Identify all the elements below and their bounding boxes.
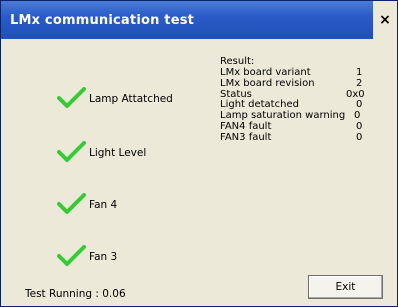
checkmark-icon bbox=[57, 141, 86, 162]
result-row-fan3-fault: FAN3 fault 0 bbox=[220, 131, 390, 144]
results-panel: Result: LMx board variant 1 LMx board re… bbox=[220, 56, 390, 144]
result-value: 0 bbox=[356, 131, 363, 143]
result-row-board-revision: LMx board revision 2 bbox=[220, 77, 390, 90]
test-status-text: Test Running : 0.06 bbox=[25, 288, 126, 300]
window-title: LMx communication test bbox=[10, 13, 195, 28]
check-label: Light Level bbox=[89, 147, 147, 159]
result-label: FAN3 fault bbox=[220, 131, 272, 143]
checkmark-icon bbox=[57, 193, 86, 214]
result-label: LMx board revision bbox=[220, 77, 315, 89]
check-label: Fan 4 bbox=[89, 199, 118, 211]
exit-button[interactable]: Exit bbox=[308, 275, 383, 299]
close-button[interactable]: × bbox=[377, 12, 393, 28]
checkmark-icon bbox=[57, 87, 86, 108]
check-label: Lamp Attatched bbox=[89, 93, 173, 105]
title-bar: LMx communication test bbox=[1, 1, 397, 39]
check-label: Fan 3 bbox=[89, 251, 118, 263]
close-area: × bbox=[373, 1, 397, 39]
checkmark-icon bbox=[57, 245, 86, 266]
lmx-test-window: LMx communication test × Lamp Attatched … bbox=[0, 0, 398, 307]
result-value: 2 bbox=[356, 77, 363, 89]
